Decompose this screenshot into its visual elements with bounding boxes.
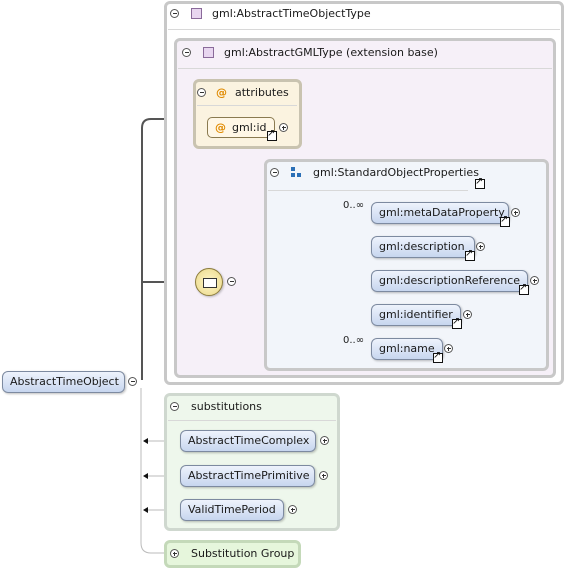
separator (178, 68, 552, 69)
element-descriptionreference[interactable]: gml:descriptionReference (371, 270, 528, 292)
expand-icon[interactable] (511, 208, 520, 217)
expand-icon[interactable] (170, 549, 179, 558)
reference-arrow-icon (465, 248, 475, 261)
element-description[interactable]: gml:description (371, 236, 475, 258)
group-label: gml:StandardObjectProperties (313, 166, 479, 179)
element-metadataproperty[interactable]: gml:metaDataProperty (371, 202, 509, 224)
attribute-label: gml:id (232, 121, 267, 134)
element-label: gml:name (379, 342, 435, 355)
substitution-label: ValidTimePeriod (188, 503, 276, 516)
substitution-abstracttimecomplex[interactable]: AbstractTimeComplex (180, 430, 316, 452)
arrow-icon (143, 507, 148, 513)
separator (168, 420, 336, 421)
root-element-label: AbstractTimeObject (10, 375, 119, 388)
expand-icon[interactable] (288, 505, 297, 514)
substitutions-label: substitutions (191, 400, 262, 413)
reference-arrow-icon (500, 214, 510, 227)
expand-icon[interactable] (319, 471, 328, 480)
complex-type-label: gml:AbstractTimeObjectType (212, 7, 371, 20)
element-identifier[interactable]: gml:identifier (371, 304, 461, 326)
attribute-gml-id[interactable]: @ gml:id (207, 117, 275, 138)
substitution-abstracttimeprimitive[interactable]: AbstractTimePrimitive (180, 465, 315, 487)
element-label: gml:identifier (379, 308, 453, 321)
substitution-group-label: Substitution Group (191, 547, 295, 560)
attributes-header[interactable]: @ attributes (197, 86, 289, 99)
collapse-icon[interactable] (182, 48, 191, 57)
complex-type-icon (203, 47, 214, 58)
expand-icon[interactable] (530, 276, 539, 285)
separator (168, 29, 560, 30)
cardinality-label: 0..∞ (343, 335, 365, 346)
attribute-icon: @ (215, 121, 226, 134)
complex-type-header[interactable]: gml:AbstractTimeObjectType (170, 7, 371, 20)
element-label: gml:metaDataProperty (379, 206, 505, 219)
reference-arrow-icon (519, 282, 529, 295)
expand-icon[interactable] (463, 310, 472, 319)
base-type-header[interactable]: gml:AbstractGMLType (extension base) (182, 46, 438, 59)
reference-arrow-icon (433, 350, 443, 363)
separator (197, 105, 297, 106)
substitution-validtimeperiod[interactable]: ValidTimePeriod (180, 499, 284, 521)
reference-arrow-icon (267, 128, 277, 141)
collapse-icon[interactable] (227, 277, 236, 286)
arrow-icon (143, 438, 148, 444)
collapse-icon[interactable] (170, 9, 179, 18)
reference-arrow-icon (452, 316, 462, 329)
collapse-icon[interactable] (197, 88, 206, 97)
collapse-icon[interactable] (270, 168, 279, 177)
cardinality-label: 0..∞ (343, 200, 365, 211)
collapse-icon[interactable] (170, 402, 179, 411)
expand-icon[interactable] (444, 344, 453, 353)
reference-arrow-icon (475, 176, 485, 189)
root-element[interactable]: AbstractTimeObject (2, 371, 125, 393)
group-icon (291, 166, 303, 179)
substitution-group-header[interactable]: Substitution Group (170, 547, 294, 560)
complex-type-icon (191, 8, 202, 19)
attribute-icon: @ (216, 86, 227, 99)
base-type-label: gml:AbstractGMLType (extension base) (224, 46, 438, 59)
attributes-label: attributes (235, 86, 289, 99)
collapse-icon[interactable] (128, 377, 137, 386)
substitutions-header[interactable]: substitutions (170, 400, 262, 413)
element-label: gml:descriptionReference (379, 274, 521, 287)
substitution-label: AbstractTimePrimitive (188, 469, 310, 482)
substitution-label: AbstractTimeComplex (188, 434, 310, 447)
arrow-icon (143, 473, 148, 479)
group-header[interactable]: gml:StandardObjectProperties (270, 166, 479, 179)
expand-icon[interactable] (320, 436, 329, 445)
element-label: gml:description (379, 240, 465, 253)
expand-icon[interactable] (476, 242, 485, 251)
separator (268, 190, 468, 191)
sequence-icon[interactable] (195, 268, 223, 296)
expand-icon[interactable] (279, 123, 288, 132)
